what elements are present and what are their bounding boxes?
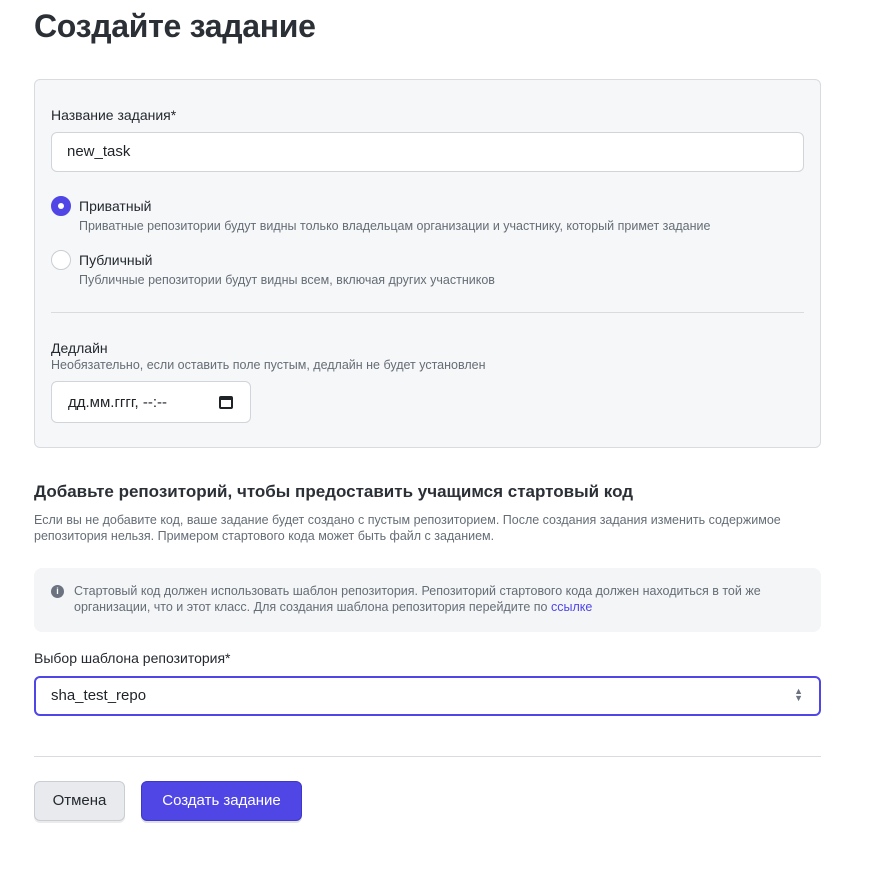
deadline-hint: Необязательно, если оставить поле пустым… [51, 358, 486, 372]
task-settings-card: Название задания* new_task Приватный При… [34, 79, 821, 448]
private-radio-description: Приватные репозитории будут видны только… [79, 219, 711, 233]
notice-body: Стартовый код должен использовать шаблон… [74, 584, 761, 614]
notice-text: Стартовый код должен использовать шаблон… [74, 583, 814, 615]
repo-section-title: Добавьте репозиторий, чтобы предоставить… [34, 482, 634, 501]
private-radio-label[interactable]: Приватный [79, 198, 151, 214]
task-name-label: Название задания* [51, 107, 177, 123]
task-name-input[interactable]: new_task [51, 132, 804, 172]
card-divider [51, 312, 804, 313]
starter-code-notice: i Стартовый код должен использовать шабл… [34, 568, 821, 632]
deadline-input[interactable]: дд.мм.гггг, --:-- [51, 381, 251, 423]
repo-template-select[interactable]: sha_test_repo ▲ ▼ [34, 676, 821, 716]
calendar-icon[interactable] [219, 396, 233, 409]
public-radio-description: Публичные репозитории будут видны всем, … [79, 273, 495, 287]
deadline-label: Дедлайн [51, 340, 108, 356]
create-task-button[interactable]: Создать задание [141, 781, 302, 821]
deadline-placeholder: дд.мм.гггг, --:-- [68, 394, 168, 411]
repo-section-description: Если вы не добавите код, ваше задание бу… [34, 513, 781, 543]
page-title: Создайте задание [34, 8, 316, 44]
select-chevron-icon: ▲ ▼ [794, 686, 803, 703]
public-radio-label[interactable]: Публичный [79, 252, 153, 268]
repo-template-value: sha_test_repo [51, 687, 147, 704]
template-link[interactable]: ссылке [551, 600, 592, 614]
cancel-button[interactable]: Отмена [34, 781, 125, 821]
private-radio[interactable] [51, 196, 71, 216]
public-radio[interactable] [51, 250, 71, 270]
info-icon: i [51, 585, 64, 598]
form-divider [34, 756, 821, 757]
repo-template-label: Выбор шаблона репозитория* [34, 650, 231, 666]
